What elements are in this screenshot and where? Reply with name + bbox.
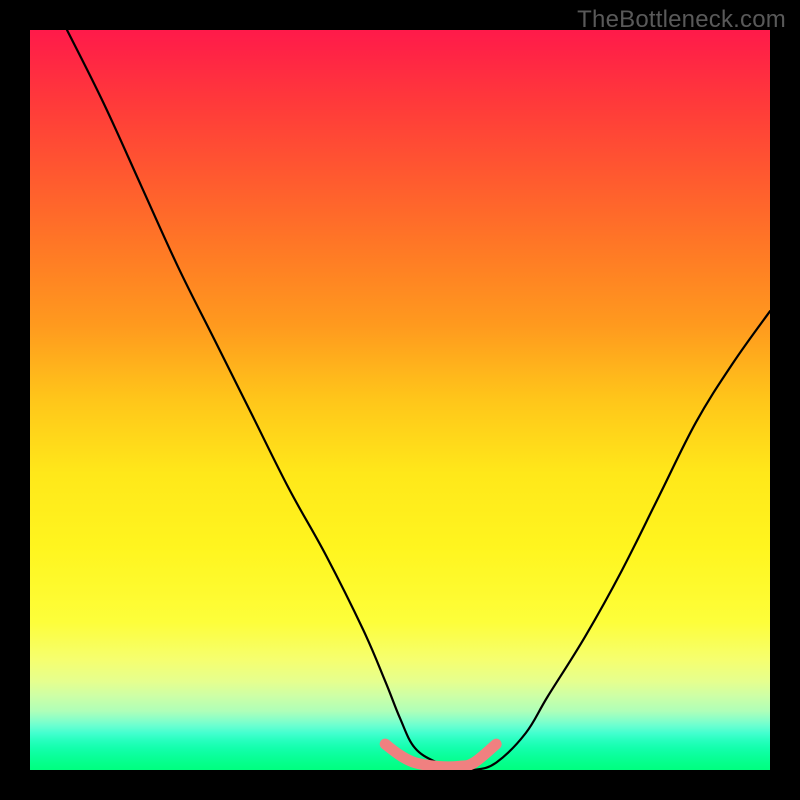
chart-frame: TheBottleneck.com xyxy=(0,0,800,800)
optimal-zone-path xyxy=(385,744,496,767)
bottleneck-curve-path xyxy=(67,30,770,770)
plot-area xyxy=(30,30,770,770)
watermark-text: TheBottleneck.com xyxy=(577,6,786,34)
chart-svg xyxy=(30,30,770,770)
